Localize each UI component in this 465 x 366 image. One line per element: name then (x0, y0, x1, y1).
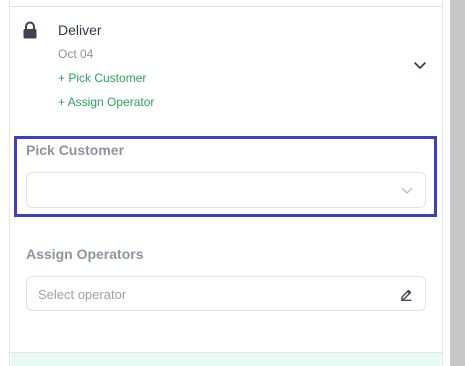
operator-placeholder: Select operator (38, 287, 127, 302)
pencil-icon[interactable] (399, 287, 413, 301)
scrollbar-track[interactable] (450, 0, 465, 366)
chevron-down-icon[interactable] (413, 61, 427, 71)
assign-operators-label: Assign Operators (26, 246, 144, 262)
assign-operator-link[interactable]: + Assign Operator (58, 95, 154, 109)
chevron-down-icon (401, 187, 413, 194)
lock-icon (23, 21, 37, 39)
delivery-stop-panel: Deliver Oct 04 + Pick Customer + Assign … (0, 0, 465, 366)
pick-customer-link[interactable]: + Pick Customer (58, 71, 146, 85)
operator-select[interactable]: Select operator (26, 276, 426, 311)
pick-customer-select[interactable] (26, 172, 426, 208)
card-top-divider (10, 6, 442, 7)
next-stop-card-edge (11, 353, 441, 366)
stop-date: Oct 04 (58, 47, 94, 61)
stop-title: Deliver (58, 22, 102, 38)
pick-customer-label: Pick Customer (26, 142, 125, 158)
